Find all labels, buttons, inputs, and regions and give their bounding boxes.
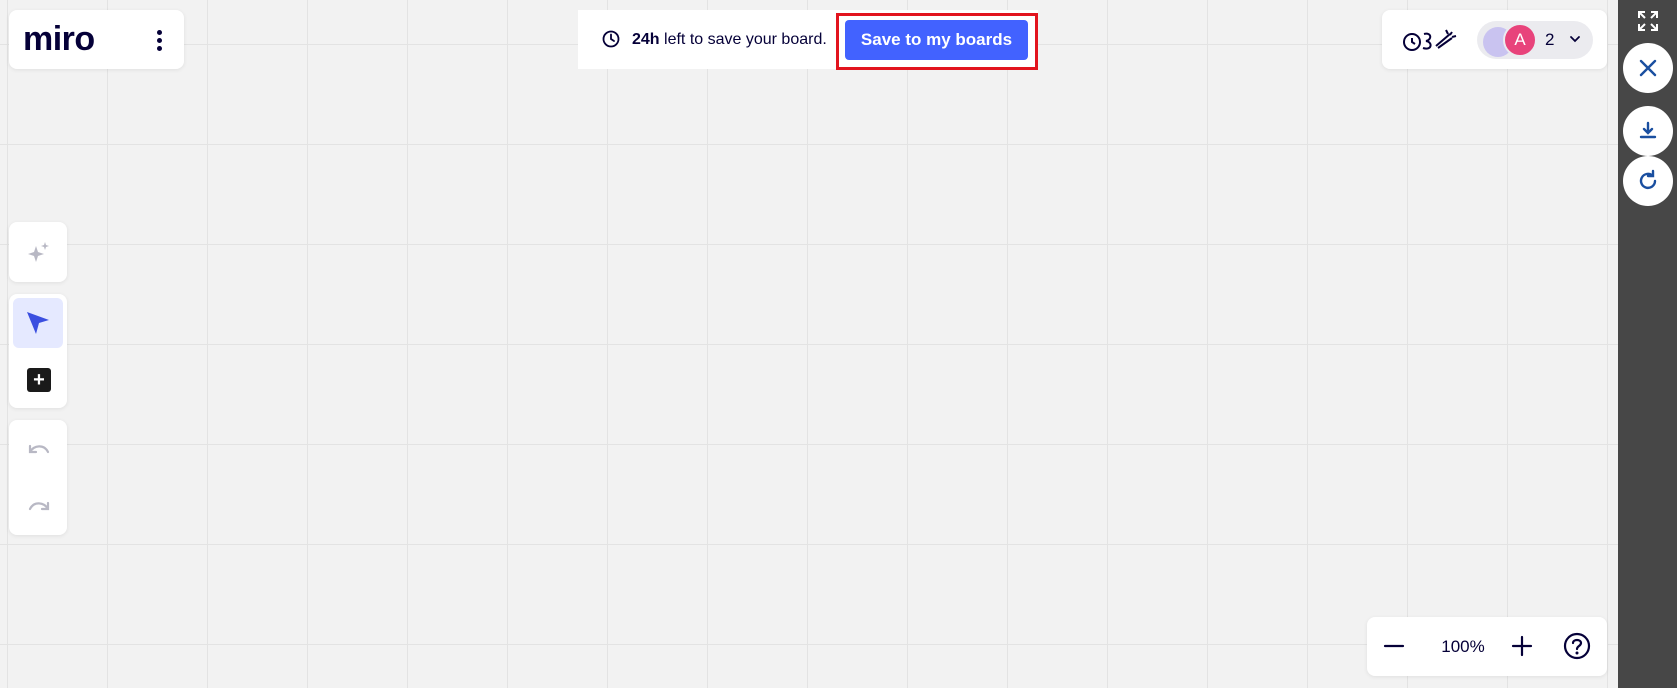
select-cursor-icon <box>27 312 49 334</box>
main-toolbar: + <box>9 294 67 408</box>
zoom-level[interactable]: 100% <box>1433 637 1493 657</box>
collaboration-panel: A 2 <box>1382 10 1607 69</box>
miro-logo[interactable]: miro <box>23 22 95 56</box>
save-message-text: left to save your board. <box>664 31 827 48</box>
collaborators-button[interactable]: A 2 <box>1477 21 1593 59</box>
fullscreen-icon[interactable] <box>1636 9 1660 33</box>
history-toolbar <box>9 420 67 535</box>
select-tool[interactable] <box>13 298 63 348</box>
save-message: 24h left to save your board. <box>632 31 827 49</box>
board-canvas[interactable] <box>0 0 1618 688</box>
ai-button[interactable] <box>13 227 63 277</box>
undo-button[interactable] <box>13 425 63 475</box>
close-button[interactable] <box>1623 43 1673 93</box>
close-icon <box>1639 59 1657 77</box>
avatar: A <box>1503 23 1537 57</box>
ai-toolbar <box>9 222 67 282</box>
add-icon: + <box>27 368 51 392</box>
chevron-down-icon <box>1570 36 1580 43</box>
help-icon[interactable] <box>1562 631 1592 661</box>
time-left: 24h <box>632 31 660 48</box>
download-button[interactable] <box>1623 106 1673 156</box>
reactions-icon[interactable] <box>1402 26 1460 54</box>
refresh-icon <box>1639 169 1657 190</box>
ai-sparkle-icon <box>28 242 49 262</box>
more-options-icon[interactable] <box>149 28 169 52</box>
undo-icon <box>28 444 50 454</box>
clock-icon <box>602 30 620 48</box>
redo-button[interactable] <box>13 480 63 530</box>
collaborator-count: 2 <box>1545 30 1555 49</box>
logo-panel: miro <box>9 10 184 69</box>
zoom-in-icon[interactable] <box>1507 631 1537 661</box>
refresh-button[interactable] <box>1623 156 1673 206</box>
save-to-my-boards-button[interactable]: Save to my boards <box>845 20 1028 60</box>
redo-icon <box>28 501 50 511</box>
zoom-panel: 100% <box>1367 617 1607 676</box>
viewer-sidebar <box>1618 0 1677 688</box>
download-icon <box>1639 121 1657 139</box>
zoom-out-icon[interactable] <box>1379 631 1409 661</box>
add-tool[interactable]: + <box>13 356 63 404</box>
